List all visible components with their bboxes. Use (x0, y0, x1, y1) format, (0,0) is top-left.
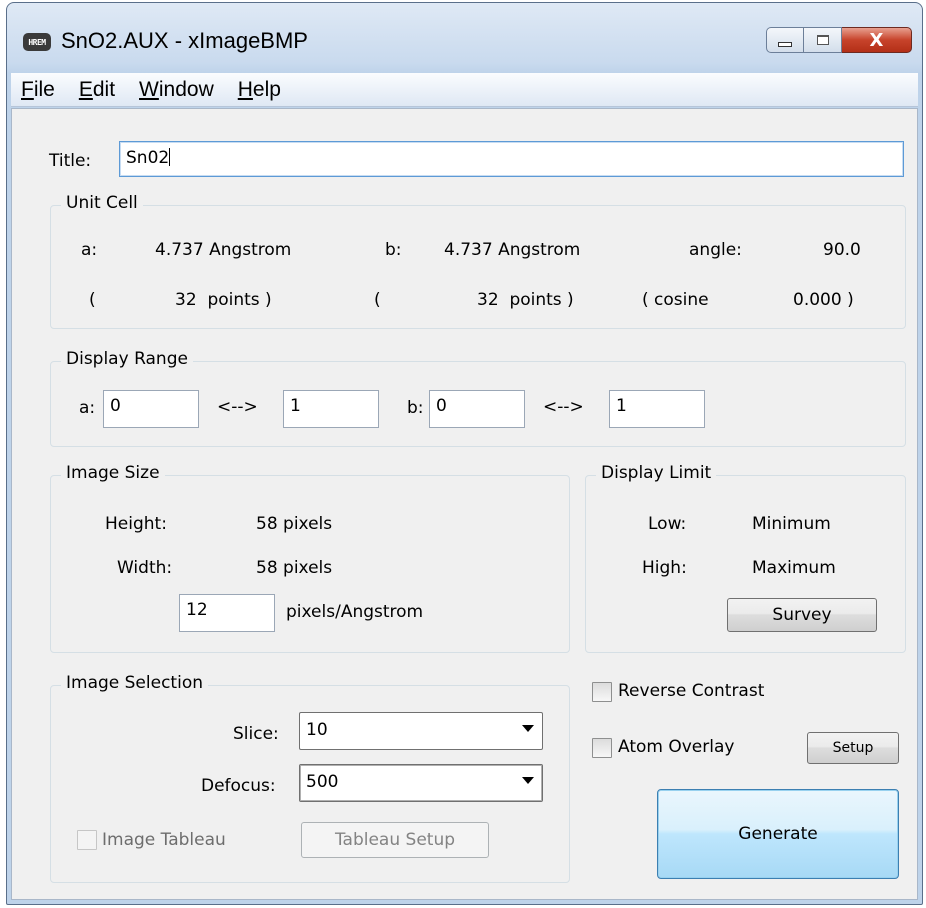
title-input[interactable]: Sn02 (119, 141, 904, 177)
unit-cell-a-paren: ( (89, 290, 96, 310)
dialog-client-area: Title: Sn02 Unit Cell a: 4.737 Angstrom … (11, 108, 918, 900)
display-range-b-arrow: <--> (543, 397, 584, 417)
unit-cell-angle-label: angle: (689, 240, 742, 260)
unit-cell-a-label: a: (81, 240, 98, 260)
image-height-value: 58 pixels (256, 514, 333, 534)
display-range-a-from-input[interactable]: 0 (103, 390, 199, 428)
app-icon[interactable]: HREM (23, 33, 51, 51)
menu-file[interactable]: File (19, 78, 57, 102)
menu-file-rest: ile (33, 77, 55, 101)
display-limit-high-label: High: (642, 558, 687, 578)
unit-cell-group-title: Unit Cell (61, 193, 143, 213)
display-range-a-to-input[interactable]: 1 (283, 390, 379, 428)
display-limit-low-label: Low: (648, 514, 687, 534)
atom-overlay-checkbox[interactable] (592, 738, 612, 758)
reverse-contrast-label: Reverse Contrast (618, 681, 765, 701)
unit-cell-b-paren: ( (374, 290, 381, 310)
image-size-group-title: Image Size (61, 463, 165, 483)
menu-bar: File Edit Window Help (11, 73, 918, 107)
menu-file-mnemonic: F (21, 77, 34, 101)
unit-cell-b-label: b: (385, 240, 402, 260)
pixels-per-angstrom-unit: pixels/Angstrom (286, 602, 424, 622)
text-caret (169, 148, 171, 166)
unit-cell-b-points: 32 points ) (477, 290, 574, 310)
display-range-b-label: b: (407, 398, 424, 418)
display-limit-low-value: Minimum (752, 514, 831, 534)
pixels-per-angstrom-input[interactable]: 12 (179, 594, 275, 632)
atom-overlay-label: Atom Overlay (618, 737, 735, 757)
menu-help-rest: elp (252, 77, 281, 101)
menu-edit-rest: dit (92, 77, 116, 101)
slice-dropdown[interactable]: 10 (299, 712, 543, 750)
display-range-b-from-input[interactable]: 0 (429, 390, 525, 428)
image-width-label: Width: (117, 558, 173, 578)
display-range-group-title: Display Range (61, 349, 193, 369)
maximize-button[interactable] (804, 27, 842, 53)
atom-overlay-setup-button[interactable]: Setup (807, 732, 899, 764)
display-range-b-to-input[interactable]: 1 (609, 390, 705, 428)
caption-buttons: X (766, 27, 912, 54)
menu-window[interactable]: Window (137, 78, 216, 102)
menu-edit-mnemonic: E (78, 77, 93, 101)
chevron-down-icon (522, 725, 534, 732)
image-selection-group: Image Selection Slice: 10 Defocus: 500 I… (50, 673, 570, 883)
tableau-setup-button[interactable]: Tableau Setup (301, 822, 489, 858)
unit-cell-cosine-value: 0.000 ) (793, 290, 854, 310)
slice-dropdown-value: 10 (306, 720, 328, 740)
display-limit-high-value: Maximum (752, 558, 836, 578)
image-width-value: 58 pixels (256, 558, 333, 578)
close-icon: X (869, 29, 884, 51)
unit-cell-b-value: 4.737 Angstrom (444, 240, 581, 260)
display-range-group: Display Range a: 0 <--> 1 b: 0 <--> 1 (50, 349, 906, 447)
slice-label: Slice: (233, 724, 279, 744)
display-limit-group: Display Limit Low: Minimum High: Maximum… (585, 463, 906, 653)
menu-help-mnemonic: H (237, 77, 253, 101)
image-tableau-label: Image Tableau (102, 830, 226, 850)
unit-cell-angle-value: 90.0 (823, 240, 861, 260)
unit-cell-group: Unit Cell a: 4.737 Angstrom b: 4.737 Ang… (50, 193, 906, 329)
menu-window-mnemonic: W (139, 77, 159, 101)
defocus-dropdown[interactable]: 500 (299, 764, 543, 802)
defocus-label: Defocus: (201, 776, 276, 796)
display-range-a-label: a: (79, 398, 96, 418)
reverse-contrast-checkbox[interactable] (592, 682, 612, 702)
maximize-icon (816, 35, 829, 45)
minimize-button[interactable] (766, 27, 804, 53)
display-limit-group-title: Display Limit (596, 463, 717, 483)
image-size-group: Image Size Height: 58 pixels Width: 58 p… (50, 463, 570, 653)
unit-cell-cosine-label: ( cosine (642, 290, 709, 310)
title-bar[interactable]: HREM SnO2.AUX - xImageBMP X (7, 3, 922, 73)
app-window: HREM SnO2.AUX - xImageBMP X File Edit Wi… (6, 2, 923, 905)
window-title: SnO2.AUX - xImageBMP (61, 28, 308, 53)
image-tableau-checkbox[interactable] (77, 830, 97, 850)
menu-window-rest: indow (158, 77, 214, 101)
chevron-down-icon (522, 777, 534, 784)
minimize-icon (778, 41, 792, 47)
display-range-a-arrow: <--> (217, 397, 258, 417)
survey-button[interactable]: Survey (727, 598, 877, 632)
generate-button[interactable]: Generate (657, 789, 899, 879)
menu-edit[interactable]: Edit (77, 78, 117, 102)
defocus-dropdown-value: 500 (306, 772, 339, 792)
image-selection-group-title: Image Selection (61, 673, 208, 693)
close-button[interactable]: X (842, 27, 912, 53)
title-input-value: Sn02 (126, 148, 170, 168)
image-height-label: Height: (105, 514, 167, 534)
title-label: Title: (49, 151, 92, 171)
unit-cell-a-value: 4.737 Angstrom (155, 240, 292, 260)
menu-help[interactable]: Help (236, 78, 283, 102)
unit-cell-a-points: 32 points ) (175, 290, 272, 310)
